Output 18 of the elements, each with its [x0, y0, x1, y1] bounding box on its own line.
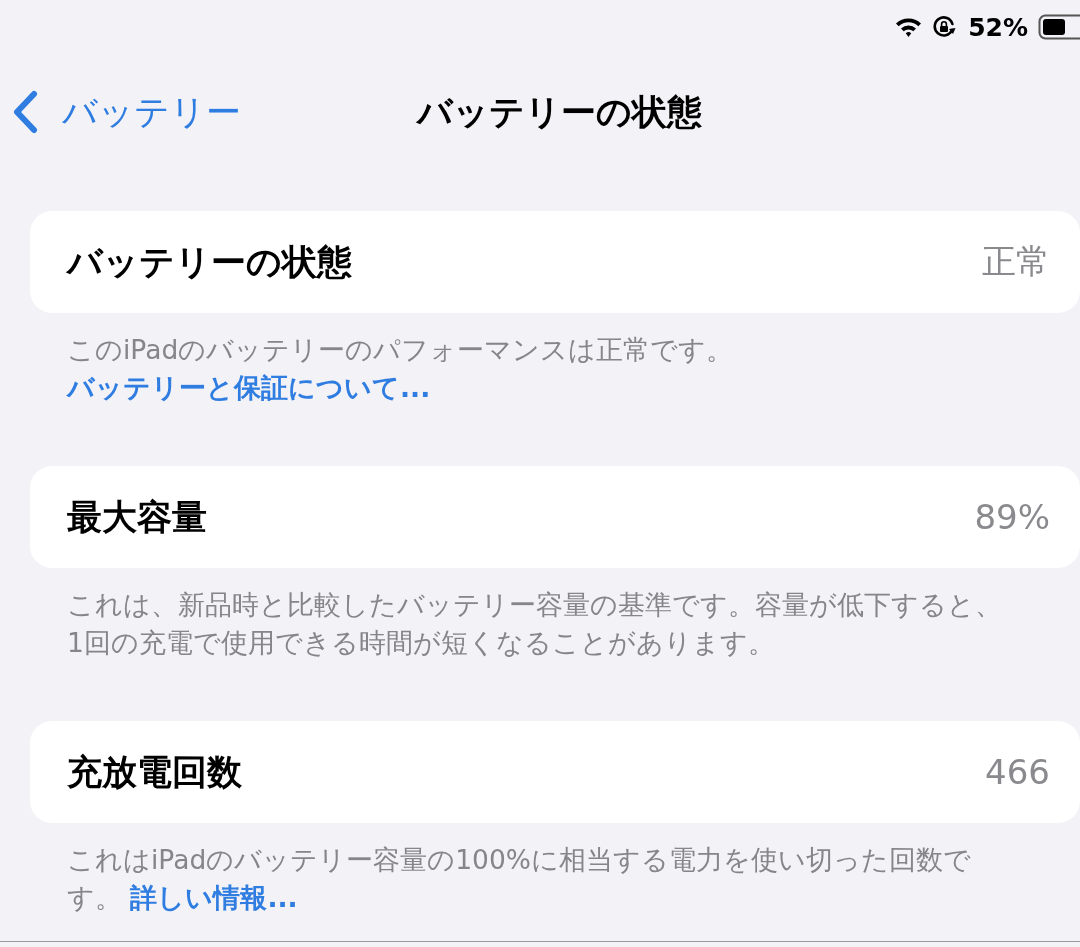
row-label: 最大容量 — [67, 495, 207, 539]
wifi-icon — [895, 16, 923, 38]
section-footer-text: これは、新品時と比較したバッテリー容量の基準です。容量が低下すると、1回の充電で使用できる時間が短くなることがあります。 — [67, 588, 1003, 660]
back-button[interactable]: バッテリー — [12, 88, 241, 136]
section-footer-text: このiPadのバッテリーのパフォーマンスは正常です。 バッテリーと保証について... — [67, 333, 735, 405]
battery-percentage: 52% — [968, 12, 1028, 42]
row-value: 正常 — [982, 240, 1050, 283]
footer-link[interactable]: 詳しい情報... — [130, 882, 298, 913]
rotation-lock-icon — [932, 15, 957, 39]
row-label: バッテリーの状態 — [67, 240, 352, 284]
footer-link[interactable]: バッテリーと保証について... — [67, 372, 431, 403]
row-value: 466 — [985, 752, 1050, 792]
page-title: バッテリーの状態 — [417, 90, 702, 134]
back-chevron-icon — [12, 90, 38, 134]
row-label: 充放電回数 — [67, 750, 242, 794]
section-footer-text: これはiPadのバッテリー容量の100%に相当する電力を使い切った回数です。 詳しい情報... — [67, 843, 972, 915]
row-value: 89% — [974, 497, 1050, 537]
battery-icon — [1038, 14, 1080, 40]
